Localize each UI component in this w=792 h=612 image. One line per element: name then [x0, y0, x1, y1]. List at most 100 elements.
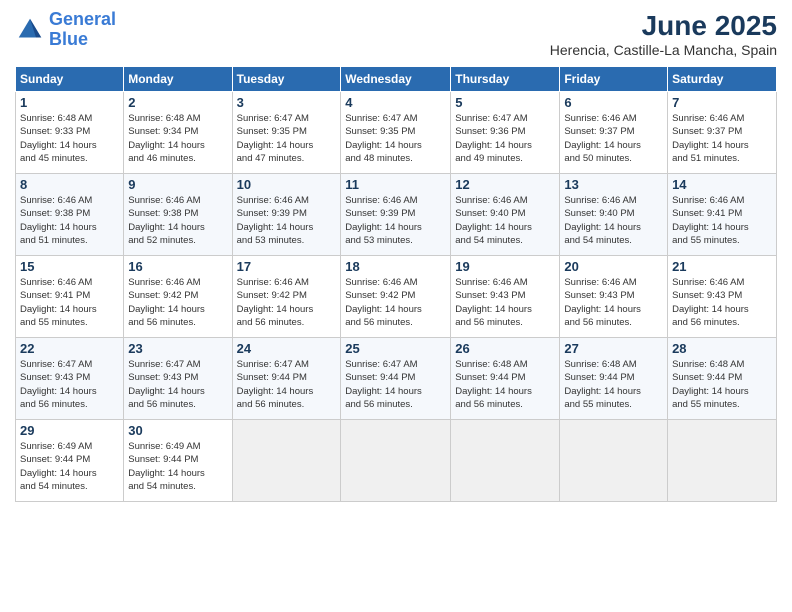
calendar-cell: 2 Sunrise: 6:48 AMSunset: 9:34 PMDayligh… [124, 92, 232, 174]
calendar-week-3: 15 Sunrise: 6:46 AMSunset: 9:41 PMDaylig… [16, 256, 777, 338]
calendar-cell: 14 Sunrise: 6:46 AMSunset: 9:41 PMDaylig… [668, 174, 777, 256]
calendar-cell: 18 Sunrise: 6:46 AMSunset: 9:42 PMDaylig… [341, 256, 451, 338]
header: General Blue June 2025 Herencia, Castill… [15, 10, 777, 58]
weekday-header-tuesday: Tuesday [232, 67, 341, 92]
day-number: 30 [128, 423, 227, 438]
calendar-cell: 5 Sunrise: 6:47 AMSunset: 9:36 PMDayligh… [451, 92, 560, 174]
calendar-cell: 11 Sunrise: 6:46 AMSunset: 9:39 PMDaylig… [341, 174, 451, 256]
day-number: 19 [455, 259, 555, 274]
logo-line2: Blue [49, 29, 88, 49]
day-detail: Sunrise: 6:48 AMSunset: 9:34 PMDaylight:… [128, 113, 205, 164]
day-detail: Sunrise: 6:47 AMSunset: 9:35 PMDaylight:… [345, 113, 422, 164]
weekday-header-monday: Monday [124, 67, 232, 92]
day-detail: Sunrise: 6:47 AMSunset: 9:35 PMDaylight:… [237, 113, 314, 164]
calendar-cell: 16 Sunrise: 6:46 AMSunset: 9:42 PMDaylig… [124, 256, 232, 338]
calendar-week-5: 29 Sunrise: 6:49 AMSunset: 9:44 PMDaylig… [16, 420, 777, 502]
day-number: 1 [20, 95, 119, 110]
calendar-cell: 28 Sunrise: 6:48 AMSunset: 9:44 PMDaylig… [668, 338, 777, 420]
day-detail: Sunrise: 6:49 AMSunset: 9:44 PMDaylight:… [20, 441, 97, 492]
day-detail: Sunrise: 6:48 AMSunset: 9:44 PMDaylight:… [564, 359, 641, 410]
weekday-header-friday: Friday [560, 67, 668, 92]
weekday-header-wednesday: Wednesday [341, 67, 451, 92]
day-detail: Sunrise: 6:47 AMSunset: 9:44 PMDaylight:… [345, 359, 422, 410]
calendar-cell: 3 Sunrise: 6:47 AMSunset: 9:35 PMDayligh… [232, 92, 341, 174]
weekday-header-saturday: Saturday [668, 67, 777, 92]
calendar-cell [341, 420, 451, 502]
day-number: 21 [672, 259, 772, 274]
day-detail: Sunrise: 6:47 AMSunset: 9:36 PMDaylight:… [455, 113, 532, 164]
day-number: 15 [20, 259, 119, 274]
calendar-cell: 15 Sunrise: 6:46 AMSunset: 9:41 PMDaylig… [16, 256, 124, 338]
day-detail: Sunrise: 6:46 AMSunset: 9:38 PMDaylight:… [128, 195, 205, 246]
day-detail: Sunrise: 6:46 AMSunset: 9:39 PMDaylight:… [237, 195, 314, 246]
day-detail: Sunrise: 6:47 AMSunset: 9:44 PMDaylight:… [237, 359, 314, 410]
day-number: 24 [237, 341, 337, 356]
day-detail: Sunrise: 6:48 AMSunset: 9:44 PMDaylight:… [672, 359, 749, 410]
calendar-table: SundayMondayTuesdayWednesdayThursdayFrid… [15, 66, 777, 502]
day-number: 28 [672, 341, 772, 356]
day-number: 27 [564, 341, 663, 356]
day-detail: Sunrise: 6:46 AMSunset: 9:40 PMDaylight:… [564, 195, 641, 246]
calendar-cell [232, 420, 341, 502]
calendar-cell: 24 Sunrise: 6:47 AMSunset: 9:44 PMDaylig… [232, 338, 341, 420]
day-number: 29 [20, 423, 119, 438]
logo-line1: General [49, 9, 116, 29]
calendar-cell: 4 Sunrise: 6:47 AMSunset: 9:35 PMDayligh… [341, 92, 451, 174]
day-number: 22 [20, 341, 119, 356]
calendar-week-4: 22 Sunrise: 6:47 AMSunset: 9:43 PMDaylig… [16, 338, 777, 420]
day-number: 20 [564, 259, 663, 274]
day-number: 12 [455, 177, 555, 192]
calendar-cell: 20 Sunrise: 6:46 AMSunset: 9:43 PMDaylig… [560, 256, 668, 338]
day-number: 26 [455, 341, 555, 356]
calendar-cell: 8 Sunrise: 6:46 AMSunset: 9:38 PMDayligh… [16, 174, 124, 256]
day-detail: Sunrise: 6:48 AMSunset: 9:33 PMDaylight:… [20, 113, 97, 164]
day-number: 16 [128, 259, 227, 274]
day-detail: Sunrise: 6:48 AMSunset: 9:44 PMDaylight:… [455, 359, 532, 410]
page: General Blue June 2025 Herencia, Castill… [0, 0, 792, 612]
day-detail: Sunrise: 6:46 AMSunset: 9:37 PMDaylight:… [672, 113, 749, 164]
day-detail: Sunrise: 6:47 AMSunset: 9:43 PMDaylight:… [128, 359, 205, 410]
main-title: June 2025 [550, 10, 777, 42]
day-detail: Sunrise: 6:46 AMSunset: 9:42 PMDaylight:… [128, 277, 205, 328]
calendar-cell: 27 Sunrise: 6:48 AMSunset: 9:44 PMDaylig… [560, 338, 668, 420]
day-number: 18 [345, 259, 446, 274]
day-number: 9 [128, 177, 227, 192]
day-detail: Sunrise: 6:46 AMSunset: 9:41 PMDaylight:… [20, 277, 97, 328]
title-block: June 2025 Herencia, Castille-La Mancha, … [550, 10, 777, 58]
calendar-cell [451, 420, 560, 502]
calendar-cell: 6 Sunrise: 6:46 AMSunset: 9:37 PMDayligh… [560, 92, 668, 174]
calendar-cell: 29 Sunrise: 6:49 AMSunset: 9:44 PMDaylig… [16, 420, 124, 502]
calendar-cell [668, 420, 777, 502]
day-detail: Sunrise: 6:46 AMSunset: 9:43 PMDaylight:… [672, 277, 749, 328]
weekday-header-thursday: Thursday [451, 67, 560, 92]
day-number: 4 [345, 95, 446, 110]
day-number: 17 [237, 259, 337, 274]
calendar-cell: 22 Sunrise: 6:47 AMSunset: 9:43 PMDaylig… [16, 338, 124, 420]
subtitle: Herencia, Castille-La Mancha, Spain [550, 42, 777, 58]
calendar-cell: 12 Sunrise: 6:46 AMSunset: 9:40 PMDaylig… [451, 174, 560, 256]
day-number: 25 [345, 341, 446, 356]
day-detail: Sunrise: 6:46 AMSunset: 9:43 PMDaylight:… [564, 277, 641, 328]
logo-icon [15, 15, 45, 45]
calendar-cell: 19 Sunrise: 6:46 AMSunset: 9:43 PMDaylig… [451, 256, 560, 338]
day-number: 11 [345, 177, 446, 192]
day-number: 10 [237, 177, 337, 192]
day-detail: Sunrise: 6:46 AMSunset: 9:39 PMDaylight:… [345, 195, 422, 246]
calendar-week-2: 8 Sunrise: 6:46 AMSunset: 9:38 PMDayligh… [16, 174, 777, 256]
day-number: 5 [455, 95, 555, 110]
day-detail: Sunrise: 6:46 AMSunset: 9:43 PMDaylight:… [455, 277, 532, 328]
day-detail: Sunrise: 6:46 AMSunset: 9:40 PMDaylight:… [455, 195, 532, 246]
calendar-cell: 17 Sunrise: 6:46 AMSunset: 9:42 PMDaylig… [232, 256, 341, 338]
day-detail: Sunrise: 6:46 AMSunset: 9:42 PMDaylight:… [345, 277, 422, 328]
calendar-cell: 9 Sunrise: 6:46 AMSunset: 9:38 PMDayligh… [124, 174, 232, 256]
calendar-cell: 23 Sunrise: 6:47 AMSunset: 9:43 PMDaylig… [124, 338, 232, 420]
calendar-cell: 7 Sunrise: 6:46 AMSunset: 9:37 PMDayligh… [668, 92, 777, 174]
calendar-cell: 30 Sunrise: 6:49 AMSunset: 9:44 PMDaylig… [124, 420, 232, 502]
calendar-cell: 25 Sunrise: 6:47 AMSunset: 9:44 PMDaylig… [341, 338, 451, 420]
day-detail: Sunrise: 6:46 AMSunset: 9:42 PMDaylight:… [237, 277, 314, 328]
day-detail: Sunrise: 6:47 AMSunset: 9:43 PMDaylight:… [20, 359, 97, 410]
calendar-cell: 10 Sunrise: 6:46 AMSunset: 9:39 PMDaylig… [232, 174, 341, 256]
calendar-cell: 21 Sunrise: 6:46 AMSunset: 9:43 PMDaylig… [668, 256, 777, 338]
calendar-body: 1 Sunrise: 6:48 AMSunset: 9:33 PMDayligh… [16, 92, 777, 502]
weekday-header-sunday: Sunday [16, 67, 124, 92]
